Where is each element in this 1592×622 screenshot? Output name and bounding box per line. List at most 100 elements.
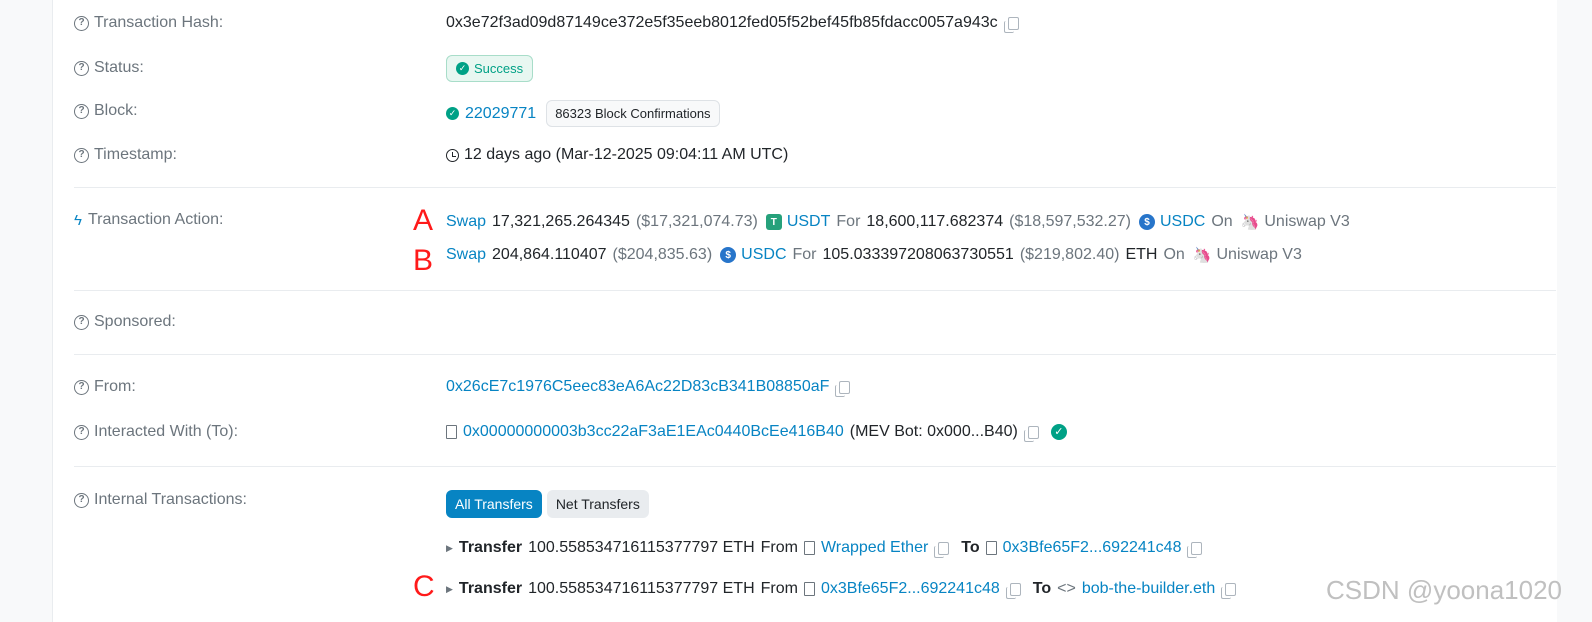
- confirmations-badge: 86323 Block Confirmations: [546, 100, 720, 127]
- transfer-from-link[interactable]: Wrapped Ether: [821, 539, 928, 557]
- transfer-tabs: All Transfers Net Transfers: [446, 490, 649, 518]
- hash-text: 0x3e72f3ad09d87149ce372e5f35eeb8012fed05…: [446, 14, 998, 31]
- hash-row: ? Transaction Hash: 0x3e72f3ad09d87149ce3…: [74, 14, 1556, 36]
- usd-out: ($219,802.40): [1019, 246, 1120, 263]
- contract-icon: [446, 425, 457, 439]
- amount-in: 204,864.110407: [492, 246, 607, 263]
- block-number-link[interactable]: 22029771: [465, 105, 536, 123]
- on-word: On: [1163, 246, 1185, 263]
- token-in-link[interactable]: USDT: [787, 213, 831, 231]
- caret-right-icon[interactable]: ▶: [446, 584, 453, 595]
- transfer-row: ▶ Transfer 100.558534716115377797 ETH Fr…: [446, 539, 1203, 558]
- token-in-link[interactable]: USDC: [741, 246, 786, 264]
- transfer-amount: 100.558534716115377797 ETH: [528, 539, 755, 556]
- usd-out: ($18,597,532.27): [1009, 213, 1131, 230]
- contract-icon: [803, 541, 815, 555]
- transfer-row: ▶ Transfer 100.558534716115377797 ETH Fr…: [446, 580, 1237, 599]
- divider: [74, 354, 1556, 355]
- block-row: ? Block: ✓ 22029771 86323 Block Confirmatio…: [74, 100, 1556, 128]
- swap-link[interactable]: Swap: [446, 246, 486, 264]
- question-icon[interactable]: ?: [74, 424, 89, 440]
- question-icon[interactable]: ?: [74, 15, 89, 31]
- to-row: ? Interacted With (To): 0x00000000003b3cc…: [74, 423, 1556, 445]
- token-out: ETH: [1125, 246, 1158, 263]
- question-icon[interactable]: ?: [74, 147, 89, 163]
- copy-icon[interactable]: [1005, 582, 1021, 599]
- status-label: ? Status:: [74, 59, 144, 77]
- from-word: From: [760, 539, 798, 556]
- to-label: ? Interacted With (To):: [74, 423, 238, 441]
- internal-tabs: All Transfers Net Transfers: [74, 490, 1556, 520]
- uniswap-icon: 🦄: [1192, 247, 1212, 264]
- transfer-from-link[interactable]: 0x3Bfe65F2...692241c48: [821, 580, 1000, 598]
- to-word: To: [961, 539, 980, 556]
- transfer-kind: Transfer: [458, 539, 523, 556]
- timestamp-label: ? Timestamp:: [74, 146, 177, 164]
- timestamp-row: ? Timestamp: 12 days ago (Mar-12-2025 09:…: [74, 146, 1556, 168]
- block-label: ? Block:: [74, 102, 138, 120]
- usdc-icon: $: [720, 247, 737, 263]
- usd-in: ($204,835.63): [612, 246, 713, 263]
- divider: [74, 466, 1556, 467]
- divider: [74, 187, 1556, 188]
- usd-in: ($17,321,074.73): [635, 213, 758, 230]
- watermark: CSDN @yoona1020: [1326, 575, 1562, 605]
- swap-a: Swap 17,321,265.264345 ($17,321,074.73) …: [446, 213, 1350, 231]
- transfer-to-link[interactable]: 0x3Bfe65F2...692241c48: [1003, 539, 1182, 557]
- amount-in: 17,321,265.264345: [492, 213, 630, 230]
- code-icon: <>: [1057, 580, 1076, 597]
- question-icon[interactable]: ?: [74, 314, 89, 330]
- usdc-icon: $: [1139, 214, 1155, 230]
- copy-icon[interactable]: [1003, 16, 1019, 33]
- block-value: ✓ 22029771 86323 Block Confirmations: [446, 100, 720, 127]
- from-label: ? From:: [74, 378, 136, 396]
- sponsored-label: ? Sponsored:: [74, 313, 176, 331]
- check-circle-icon: ✓: [446, 107, 459, 120]
- transfer-to-link[interactable]: bob-the-builder.eth: [1082, 580, 1215, 598]
- divider: [74, 290, 1556, 291]
- caret-right-icon[interactable]: ▶: [446, 543, 453, 554]
- copy-icon[interactable]: [1187, 541, 1203, 558]
- uniswap-icon: 🦄: [1240, 214, 1260, 231]
- check-circle-icon: ✓: [456, 62, 469, 75]
- amount-out: 105.033397208063730551: [822, 246, 1014, 263]
- question-icon[interactable]: ?: [74, 60, 89, 76]
- transfer-line: ▶ Transfer 100.558534716115377797 ETH Fr…: [74, 539, 1556, 561]
- swap-line: Swap 204,864.110407 ($204,835.63) $ USDC…: [74, 246, 1556, 268]
- status-badge: ✓ Success: [446, 55, 534, 82]
- swap-link[interactable]: Swap: [446, 213, 486, 231]
- to-tag: (MEV Bot: 0x000...B40): [849, 423, 1018, 440]
- to-address-link[interactable]: 0x00000000003b3cc22aF3aE1EAc0440BcEe416B…: [463, 423, 844, 441]
- to-value: 0x00000000003b3cc22aF3aE1EAc0440BcEe416B…: [446, 423, 1067, 442]
- copy-icon[interactable]: [1221, 582, 1237, 599]
- copy-icon[interactable]: [1023, 425, 1039, 442]
- question-icon[interactable]: ?: [74, 103, 89, 119]
- swap-line: Swap 17,321,265.264345 ($17,321,074.73) …: [74, 213, 1556, 235]
- dex-name: Uniswap V3: [1264, 213, 1350, 230]
- from-address-link[interactable]: 0x26cE7c1976C5eec83eA6Ac22D83cB341B08850…: [446, 378, 829, 396]
- contract-icon: [803, 582, 815, 596]
- from-word: From: [760, 580, 798, 597]
- dex-name: Uniswap V3: [1216, 246, 1302, 263]
- contract-icon: [985, 541, 997, 555]
- swap-b: Swap 204,864.110407 ($204,835.63) $ USDC…: [446, 246, 1302, 264]
- hash-value: 0x3e72f3ad09d87149ce372e5f35eeb8012fed05…: [446, 14, 1019, 33]
- tab-all-transfers[interactable]: All Transfers: [446, 490, 542, 518]
- from-row: ? From: 0x26cE7c1976C5eec83eA6Ac22D83cB34…: [74, 378, 1556, 400]
- transfer-amount: 100.558534716115377797 ETH: [528, 580, 755, 597]
- transfer-kind: Transfer: [458, 580, 523, 597]
- amount-out: 18,600,117.682374: [866, 213, 1004, 230]
- question-icon[interactable]: ?: [74, 379, 89, 395]
- to-word: To: [1032, 580, 1052, 597]
- tab-net-transfers[interactable]: Net Transfers: [546, 490, 649, 518]
- timestamp-value: 12 days ago (Mar-12-2025 09:04:11 AM UTC…: [446, 146, 788, 164]
- usdt-icon: T: [765, 214, 782, 230]
- copy-icon[interactable]: [835, 380, 851, 397]
- for-word: For: [792, 246, 817, 263]
- copy-icon[interactable]: [934, 541, 950, 558]
- status-value: ✓ Success: [446, 55, 534, 82]
- sponsored-row: ? Sponsored:: [74, 313, 1556, 335]
- on-word: On: [1211, 213, 1233, 230]
- token-out-link[interactable]: USDC: [1160, 213, 1205, 231]
- for-word: For: [836, 213, 861, 230]
